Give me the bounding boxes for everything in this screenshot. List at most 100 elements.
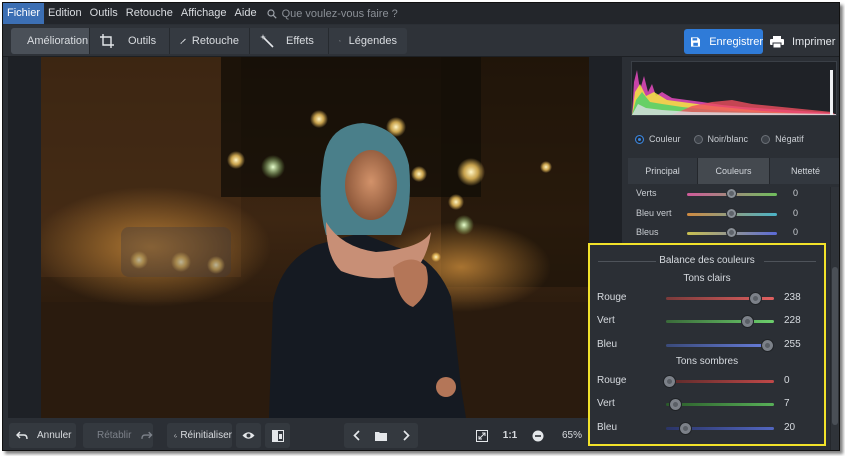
actual-size-button[interactable]: 1:1: [500, 423, 520, 448]
slider-label: Bleu: [597, 422, 618, 433]
menu-aide[interactable]: Aide: [231, 3, 261, 24]
search-icon: [266, 8, 277, 19]
menu-outils[interactable]: Outils: [86, 3, 122, 24]
reset-icon: [174, 433, 178, 437]
slider-handle[interactable]: [741, 315, 754, 328]
slider-handle[interactable]: [679, 422, 692, 435]
open-folder-button[interactable]: [368, 431, 394, 441]
radio-selected[interactable]: [635, 134, 644, 144]
slider-value: 0: [793, 227, 799, 237]
slider-track[interactable]: [666, 320, 774, 323]
print-label: Imprimer: [792, 35, 836, 48]
search-placeholder: Que voulez-vous faire ?: [281, 7, 398, 20]
tab-label: Retouche: [191, 35, 239, 47]
scrollbar-thumb[interactable]: [832, 267, 838, 425]
photo[interactable]: [41, 57, 589, 418]
eye-icon: [242, 432, 255, 439]
menu-retouche[interactable]: Retouche: [122, 3, 177, 24]
slider-value: 228: [784, 315, 801, 326]
panel-scrollbar[interactable]: [830, 187, 839, 450]
slider-value: 20: [784, 422, 796, 433]
preview-button[interactable]: [236, 423, 261, 448]
slider-label: Rouge: [597, 292, 627, 303]
undo-label: Annuler: [37, 430, 72, 441]
highlights-blue-row: Bleu 255: [590, 336, 824, 356]
shadows-title: Tons sombres: [675, 356, 739, 367]
slider-handle[interactable]: [761, 339, 774, 352]
mode-negatif[interactable]: Négatif: [761, 134, 804, 144]
redo-icon: [141, 431, 153, 439]
slider-track[interactable]: [666, 344, 774, 347]
undo-button[interactable]: Annuler: [9, 423, 76, 448]
navigation-group: [344, 423, 418, 448]
slider-handle[interactable]: [749, 292, 762, 305]
next-photo-button[interactable]: [394, 430, 418, 441]
chevron-right-icon: [402, 430, 410, 441]
slider-label: Verts: [636, 188, 657, 198]
slider-handle[interactable]: [663, 375, 676, 388]
printer-icon: [770, 35, 784, 48]
tab-amelioration[interactable]: Amélioration: [11, 28, 90, 54]
text-icon: [339, 40, 341, 42]
highlights-title: Tons clairs: [683, 273, 731, 284]
slider-row-bleus: Bleus 0: [625, 224, 830, 242]
radio[interactable]: [693, 134, 703, 144]
shadows-green-row: Vert 7: [590, 395, 824, 415]
tab-couleurs[interactable]: Couleurs: [698, 158, 770, 184]
save-button[interactable]: Enregistrer: [684, 29, 763, 54]
slider-handle[interactable]: [726, 227, 737, 238]
reset-button[interactable]: Réinitialiser: [167, 423, 232, 448]
histogram-graph: [632, 70, 836, 115]
menu-affichage[interactable]: Affichage: [177, 3, 231, 24]
mode-label: Négatif: [775, 134, 804, 144]
tab-retouche[interactable]: Retouche: [170, 28, 250, 54]
slider-label: Vert: [597, 315, 615, 326]
color-mode-group: Couleur Noir/blanc Négatif: [625, 127, 839, 151]
slider-row-bleu-vert: Bleu vert 0: [625, 205, 830, 223]
slider-value: 0: [784, 375, 790, 386]
fit-screen-button[interactable]: [473, 423, 491, 448]
crop-icon: [100, 34, 114, 48]
minus-circle-icon: [532, 430, 544, 441]
menu-edition[interactable]: Edition: [44, 3, 86, 24]
tab-label: Outils: [128, 35, 157, 47]
highlights-green-row: Vert 228: [590, 312, 824, 332]
menu-fichier[interactable]: Fichier: [3, 3, 45, 24]
floppy-icon: [691, 36, 701, 47]
slider-label: Bleus: [636, 227, 659, 237]
slider-handle[interactable]: [669, 398, 682, 411]
divider: [764, 261, 816, 262]
radio[interactable]: [761, 134, 771, 144]
tab-principal[interactable]: Principal: [628, 158, 698, 184]
zoom-level: 65%: [562, 430, 583, 441]
slider-value: 255: [784, 339, 801, 350]
slider-track[interactable]: [666, 380, 774, 383]
slider-handle[interactable]: [726, 188, 737, 199]
tab-outils[interactable]: Outils: [90, 28, 170, 54]
compare-button[interactable]: [265, 423, 290, 448]
tab-label: Amélioration: [27, 35, 89, 47]
mode-label: Noir/blanc: [707, 134, 749, 144]
menu-search[interactable]: Que voulez-vous faire ?: [266, 7, 398, 20]
zoom-out-button[interactable]: [530, 423, 546, 448]
bottom-bar: Annuler Rétablir Réinitialiser 1:1 65%: [3, 419, 625, 450]
toolbar: Amélioration Outils Retouche Effets Lége…: [3, 25, 839, 57]
redo-button[interactable]: Rétablir: [83, 423, 153, 448]
tab-effets[interactable]: Effets: [250, 28, 329, 54]
slider-handle[interactable]: [726, 208, 737, 219]
magic-wand-icon: [260, 34, 274, 48]
prev-photo-button[interactable]: [344, 430, 368, 441]
tab-nettete[interactable]: Netteté: [770, 158, 839, 184]
brush-icon: [180, 38, 186, 44]
fit-screen-icon: [476, 429, 488, 442]
tab-legendes[interactable]: Légendes: [329, 28, 407, 54]
panel-tabs: Principal Couleurs Netteté: [628, 158, 839, 184]
save-label: Enregistrer: [709, 35, 763, 48]
slider-label: Vert: [597, 398, 615, 409]
mode-noir-blanc[interactable]: Noir/blanc: [693, 134, 749, 144]
print-button[interactable]: Imprimer: [767, 29, 837, 54]
mode-couleur[interactable]: Couleur: [635, 134, 681, 144]
slider-track[interactable]: [666, 403, 774, 406]
mode-label: Couleur: [649, 134, 681, 144]
color-balance-section: Balance des couleurs Tons clairs Rouge 2…: [588, 243, 826, 446]
